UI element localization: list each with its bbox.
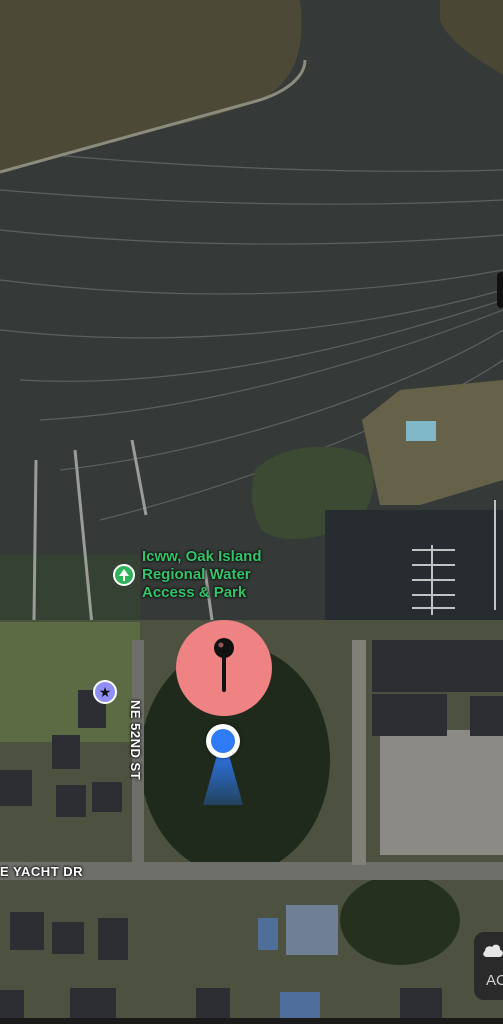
pin-icon xyxy=(214,638,234,692)
lawn-west xyxy=(0,622,140,742)
poi-label[interactable]: Icww, Oak Island Regional Water Access &… xyxy=(142,548,312,602)
poi-label-line-2: Regional Water xyxy=(142,566,251,583)
tree-cluster-2 xyxy=(340,875,460,965)
weather-widget[interactable]: AC xyxy=(474,932,503,1000)
building-blue-small xyxy=(258,918,278,950)
star-icon[interactable]: ★ xyxy=(93,680,117,704)
street-label-e-yacht-dr: E YACHT DR xyxy=(0,864,84,879)
street-label-ne-52nd-st: NE 52ND ST xyxy=(128,700,143,781)
weather-text: AC xyxy=(486,972,503,989)
pin-tail xyxy=(214,700,234,714)
road-east xyxy=(352,640,366,865)
map-edge-handle[interactable] xyxy=(497,272,503,308)
cloud-icon xyxy=(483,944,503,957)
tree-icon[interactable] xyxy=(113,564,135,586)
parking-lot xyxy=(380,730,503,855)
pool xyxy=(406,421,436,441)
building-blue-roof xyxy=(286,905,338,955)
location-dot-icon[interactable] xyxy=(206,724,240,758)
bottom-bar xyxy=(0,1018,503,1024)
heading-cone xyxy=(203,755,243,805)
poi-label-line-3: Access & Park xyxy=(142,584,247,601)
building-blue-bottom xyxy=(280,992,320,1018)
poi-label-line-1: Icww, Oak Island xyxy=(142,548,262,565)
